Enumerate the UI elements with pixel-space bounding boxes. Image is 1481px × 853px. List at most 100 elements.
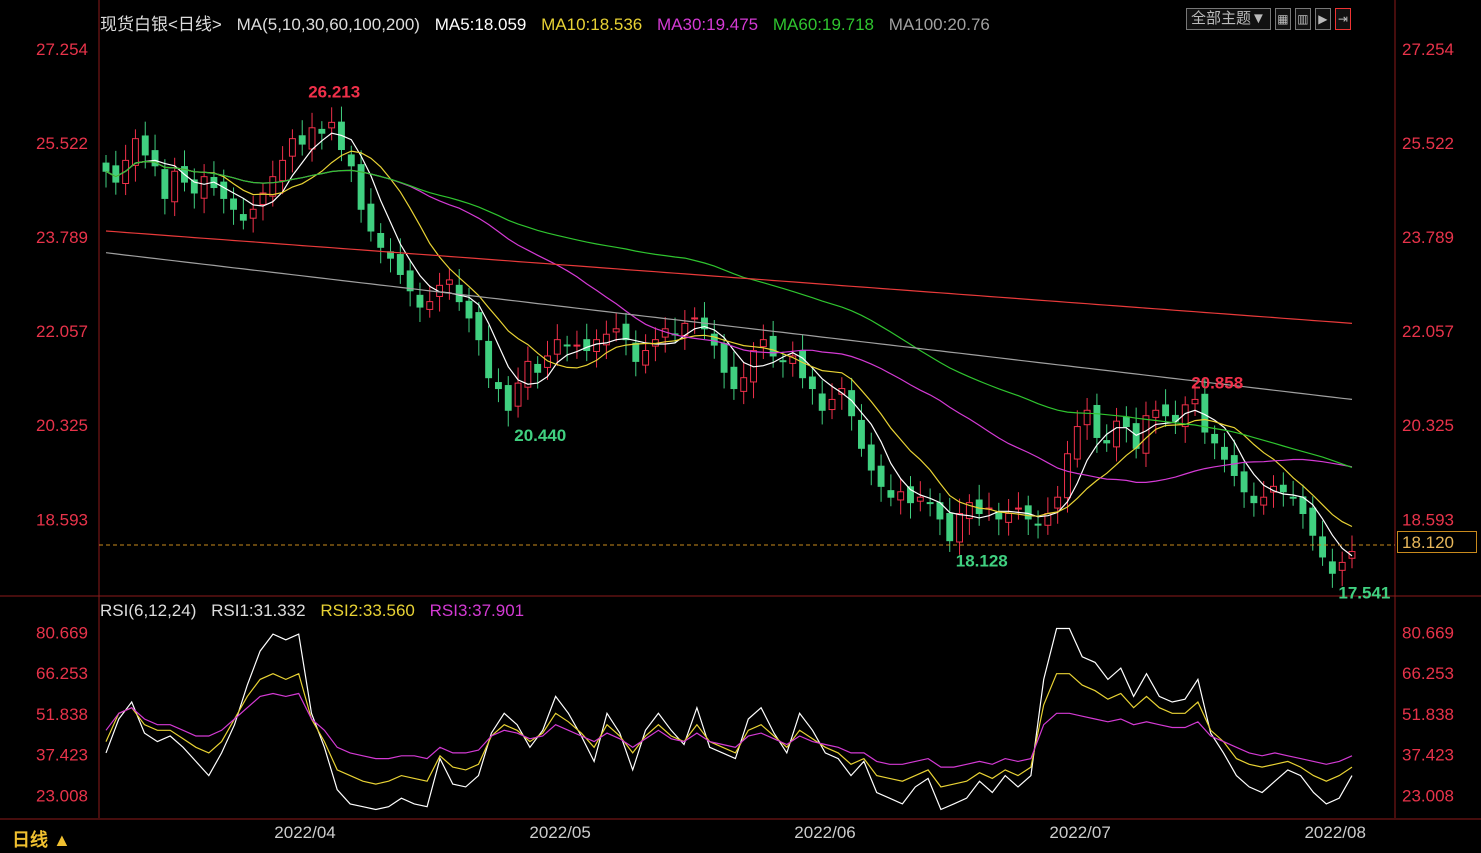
candle [887, 490, 895, 498]
candle [1289, 496, 1297, 499]
candle [720, 343, 728, 373]
price-tick-right: 18.593 [1402, 510, 1454, 529]
rsi-tick-left: 66.253 [36, 664, 88, 683]
candle [779, 360, 787, 363]
rsi-tick-right: 37.423 [1402, 746, 1454, 765]
candle [612, 328, 620, 333]
candle [691, 317, 699, 320]
price-tick-left: 23.789 [36, 228, 88, 247]
candle [475, 312, 483, 341]
candle [710, 333, 718, 346]
candle [1034, 523, 1042, 526]
period-selector[interactable]: 日线 ▲ [12, 826, 71, 852]
candle [1211, 433, 1219, 444]
candle [1319, 536, 1327, 558]
candle [377, 232, 385, 248]
price-tick-right: 27.254 [1402, 40, 1454, 59]
ma200-line [105, 230, 1353, 324]
rsi-tick-left: 51.838 [36, 705, 88, 724]
candle [632, 342, 640, 362]
extreme-label: 20.858 [1191, 373, 1243, 392]
candle [1093, 404, 1101, 438]
candle [1073, 426, 1081, 460]
candle [995, 511, 1003, 520]
rsi-line-rsi1 [105, 627, 1353, 811]
candle [1024, 505, 1032, 520]
extreme-label: 18.128 [956, 552, 1008, 571]
candle [1279, 484, 1287, 493]
candle [1152, 409, 1160, 418]
candle [1240, 471, 1248, 493]
candle [1230, 455, 1238, 476]
ma100-line [105, 252, 1353, 400]
candle [858, 419, 865, 449]
candle [553, 339, 561, 355]
candle [1054, 496, 1062, 509]
candle [808, 376, 816, 390]
candle [298, 135, 306, 145]
rsi-tick-right: 51.838 [1402, 705, 1454, 724]
candle [946, 513, 954, 542]
candle [1191, 398, 1199, 405]
candle [1113, 420, 1120, 448]
candle [318, 128, 326, 134]
candle [583, 339, 591, 352]
price-tick-left: 27.254 [36, 40, 88, 59]
candle [1103, 440, 1111, 444]
candle [593, 339, 600, 352]
candle [1122, 416, 1130, 428]
candle [534, 363, 542, 373]
candle [563, 344, 571, 347]
candle [818, 393, 826, 411]
candle [200, 176, 208, 199]
price-tick-right: 23.789 [1402, 228, 1454, 247]
extreme-label: 20.440 [514, 426, 566, 445]
date-label: 2022/06 [794, 823, 855, 842]
price-tick-right: 22.057 [1402, 322, 1454, 341]
candle [220, 181, 228, 199]
rsi-tick-right: 80.669 [1402, 623, 1454, 642]
candle [1132, 423, 1140, 449]
candle [1250, 495, 1258, 504]
candle [347, 154, 355, 167]
candle [288, 138, 296, 157]
candle [396, 254, 404, 275]
candle [239, 214, 247, 221]
ma10-line [105, 150, 1353, 528]
candle [730, 366, 738, 390]
candle [426, 301, 434, 310]
candle [465, 300, 473, 319]
candle [514, 382, 522, 407]
candle [308, 127, 316, 150]
candle [1338, 561, 1346, 571]
candle [102, 162, 110, 172]
candle [230, 198, 237, 210]
date-label: 2022/07 [1049, 823, 1110, 842]
candle [1328, 561, 1336, 574]
candle [867, 444, 875, 471]
candle [1162, 404, 1170, 417]
candle [485, 340, 493, 379]
candle [877, 465, 885, 487]
current-price-label: 18.120 [1397, 531, 1477, 553]
candle [367, 203, 375, 232]
rsi-tick-right: 66.253 [1402, 664, 1454, 683]
price-tick-left: 18.593 [36, 510, 88, 529]
rsi-tick-left: 23.008 [36, 786, 88, 805]
candle [642, 350, 650, 366]
candle [799, 350, 807, 379]
candle [1260, 496, 1268, 506]
date-label: 2022/05 [529, 823, 590, 842]
candle [279, 159, 287, 182]
price-tick-right: 20.325 [1402, 416, 1454, 435]
candle [161, 169, 169, 199]
candle [112, 165, 120, 183]
rsi-tick-left: 80.669 [36, 623, 88, 642]
extreme-label: 17.541 [1338, 583, 1390, 602]
candle [828, 398, 836, 411]
price-chart[interactable]: 27.254 27.254 25.522 25.522 23.789 23.789 22.0… [0, 0, 1481, 853]
candle [504, 385, 512, 411]
candle [1014, 507, 1022, 510]
extreme-label: 26.213 [308, 82, 360, 101]
rsi-line-rsi2 [105, 672, 1353, 788]
